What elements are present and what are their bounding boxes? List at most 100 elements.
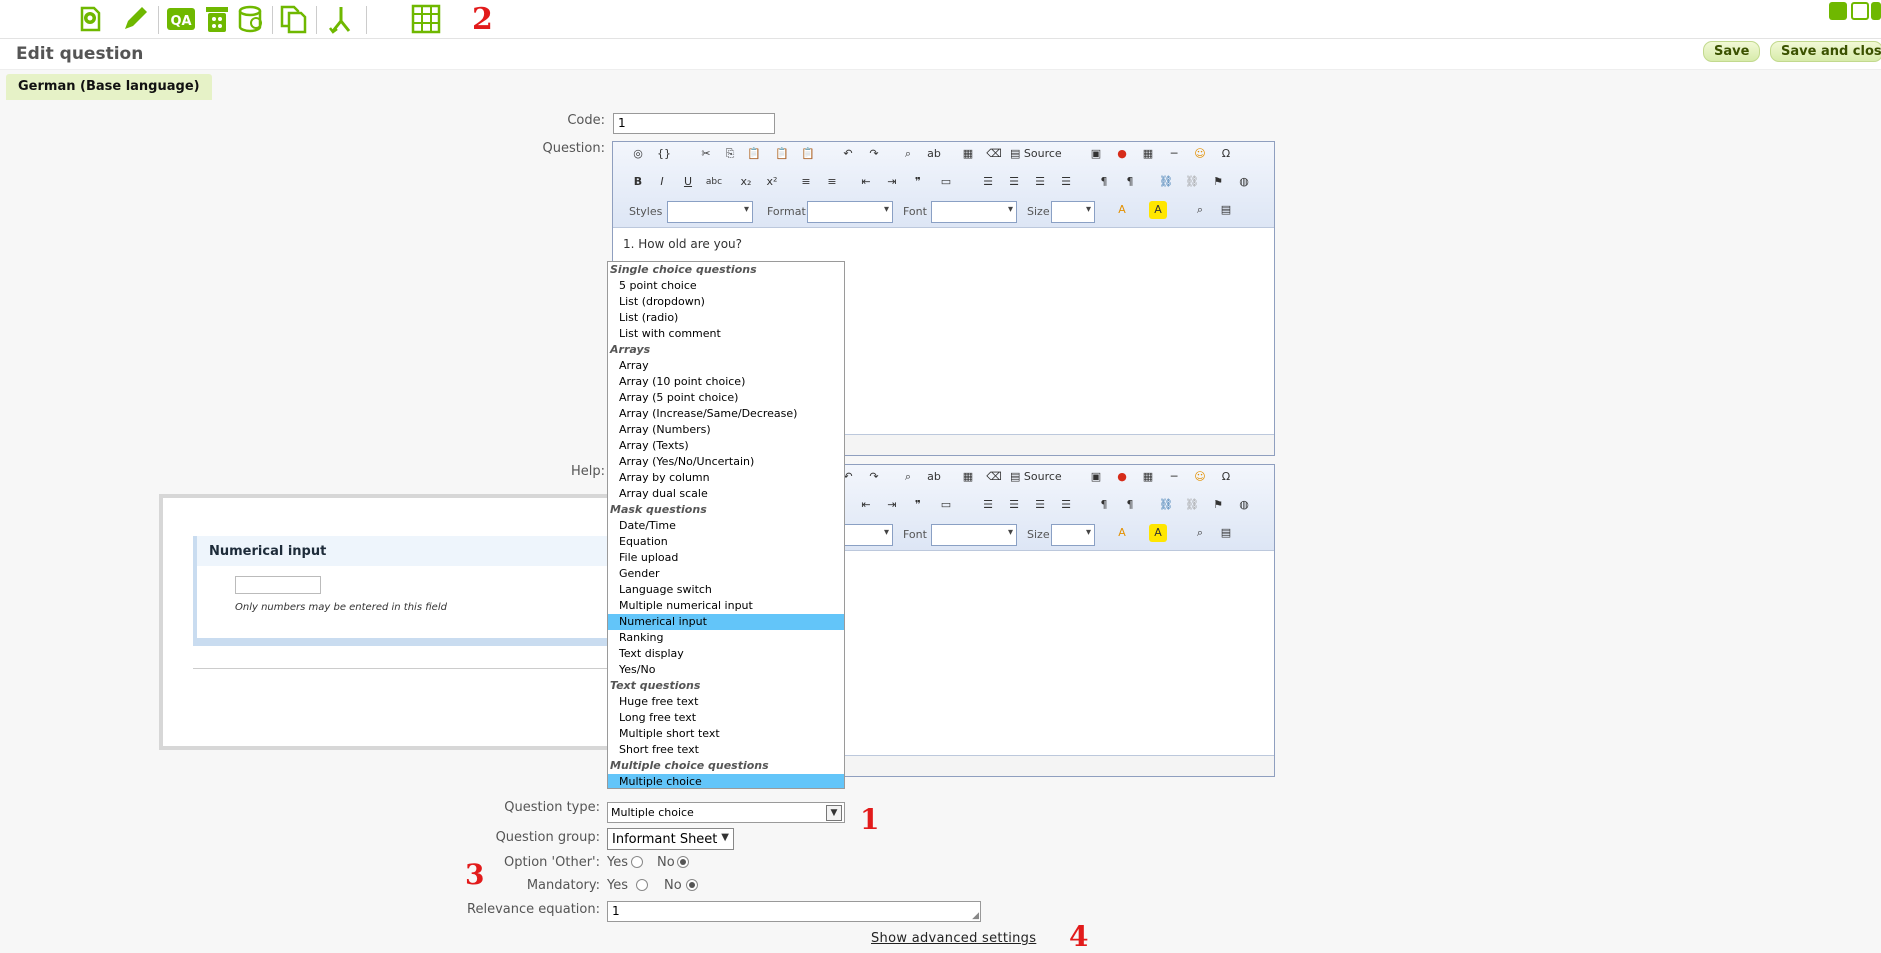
anchor-icon[interactable]: ⚑ bbox=[1209, 173, 1227, 191]
paste-text-icon[interactable]: 📋 bbox=[773, 145, 791, 163]
size-combo[interactable] bbox=[1051, 201, 1095, 223]
bullet-list-icon[interactable]: ≡ bbox=[823, 173, 841, 191]
mandatory-no-radio[interactable] bbox=[686, 879, 698, 891]
dropdown-option[interactable]: Array dual scale bbox=[608, 486, 844, 502]
size-combo[interactable] bbox=[1051, 524, 1095, 546]
dropdown-option[interactable]: Array by column bbox=[608, 470, 844, 486]
indent-icon[interactable]: ⇥ bbox=[883, 173, 901, 191]
outdent-icon[interactable]: ⇤ bbox=[857, 496, 875, 514]
dropdown-option[interactable]: Text display bbox=[608, 646, 844, 662]
placeholder-icon[interactable]: {} bbox=[655, 145, 673, 163]
horizontal-rule-icon[interactable]: ─ bbox=[1165, 145, 1183, 163]
grid-icon[interactable] bbox=[411, 4, 441, 34]
delete-icon[interactable] bbox=[202, 4, 232, 34]
ltr-icon[interactable]: ¶ bbox=[1095, 173, 1113, 191]
text-color-icon[interactable]: A bbox=[1113, 524, 1131, 542]
dropdown-option[interactable]: Language switch bbox=[608, 582, 844, 598]
resize-handle-icon[interactable]: ◢ bbox=[972, 911, 979, 921]
styles-combo[interactable] bbox=[667, 201, 753, 223]
div-icon[interactable]: ▭ bbox=[937, 173, 955, 191]
dropdown-option[interactable]: Equation bbox=[608, 534, 844, 550]
dropdown-option[interactable]: Array (Numbers) bbox=[608, 422, 844, 438]
div-icon[interactable]: ▭ bbox=[937, 496, 955, 514]
dropdown-option[interactable]: Multiple choice bbox=[608, 774, 844, 788]
anchor-icon[interactable]: ⚑ bbox=[1209, 496, 1227, 514]
numbered-list-icon[interactable]: ≡ bbox=[797, 173, 815, 191]
font-combo[interactable] bbox=[931, 524, 1017, 546]
link-icon[interactable]: ⛓ bbox=[1157, 173, 1175, 191]
question-type-select[interactable]: Multiple choice ▼ bbox=[607, 802, 845, 823]
indent-icon[interactable]: ⇥ bbox=[883, 496, 901, 514]
dropdown-option[interactable]: Short free text bbox=[608, 742, 844, 758]
find-icon[interactable]: ⌕ bbox=[899, 468, 917, 486]
settings-icon[interactable] bbox=[76, 4, 106, 34]
format-combo[interactable] bbox=[807, 201, 893, 223]
align-center-icon[interactable]: ☰ bbox=[1005, 173, 1023, 191]
find-icon[interactable]: ⌕ bbox=[899, 145, 917, 163]
code-input[interactable]: 1 bbox=[613, 113, 775, 134]
special-char-icon[interactable]: Ω bbox=[1217, 468, 1235, 486]
copy-icon[interactable] bbox=[278, 4, 308, 34]
outdent-icon[interactable]: ⇤ bbox=[857, 173, 875, 191]
save-and-close-button[interactable]: Save and close bbox=[1770, 41, 1881, 62]
dropdown-option[interactable]: Multiple numerical input bbox=[608, 598, 844, 614]
ltr-icon[interactable]: ¶ bbox=[1095, 496, 1113, 514]
mandatory-yes-radio[interactable] bbox=[636, 879, 648, 891]
font-combo[interactable] bbox=[931, 201, 1017, 223]
preview-icon[interactable]: ⌕ bbox=[1191, 524, 1209, 542]
template-icon[interactable]: ◎ bbox=[629, 145, 647, 163]
paste-icon[interactable]: 📋 bbox=[745, 145, 763, 163]
minimize-icon[interactable] bbox=[1829, 2, 1847, 20]
question-type-dropdown-list[interactable]: Single choice questions 5 point choice Lis… bbox=[607, 261, 845, 789]
chevron-down-icon[interactable]: ▼ bbox=[826, 805, 842, 821]
align-center-icon[interactable]: ☰ bbox=[1005, 496, 1023, 514]
image-icon[interactable]: ▣ bbox=[1087, 468, 1105, 486]
special-char-icon[interactable]: Ω bbox=[1217, 145, 1235, 163]
option-other-no-radio[interactable] bbox=[677, 856, 689, 868]
source-button[interactable]: ▤ Source bbox=[1010, 468, 1068, 486]
dropdown-option[interactable]: Huge free text bbox=[608, 694, 844, 710]
bg-color-icon[interactable]: A bbox=[1149, 524, 1167, 542]
paste-word-icon[interactable]: 📋 bbox=[799, 145, 817, 163]
dropdown-option[interactable]: Array (10 point choice) bbox=[608, 374, 844, 390]
align-justify-icon[interactable]: ☰ bbox=[1057, 496, 1075, 514]
dropdown-option[interactable]: 5 point choice bbox=[608, 278, 844, 294]
dropdown-option[interactable]: Long free text bbox=[608, 710, 844, 726]
redo-icon[interactable]: ↷ bbox=[865, 468, 883, 486]
select-all-icon[interactable]: ▦ bbox=[959, 145, 977, 163]
dropdown-option[interactable]: Array bbox=[608, 358, 844, 374]
strikethrough-icon[interactable]: abc bbox=[705, 173, 723, 191]
dropdown-option[interactable]: Array (Texts) bbox=[608, 438, 844, 454]
underline-icon[interactable]: U bbox=[679, 173, 697, 191]
dropdown-option[interactable]: Ranking bbox=[608, 630, 844, 646]
dropdown-option[interactable]: Numerical input bbox=[608, 614, 844, 630]
dropdown-option[interactable]: Array (Increase/Same/Decrease) bbox=[608, 406, 844, 422]
redo-icon[interactable]: ↷ bbox=[865, 145, 883, 163]
bg-color-icon[interactable]: A bbox=[1149, 201, 1167, 219]
save-button[interactable]: Save bbox=[1703, 41, 1761, 62]
maximize-icon[interactable] bbox=[1851, 2, 1869, 20]
replace-icon[interactable]: ab bbox=[925, 468, 943, 486]
dropdown-option[interactable]: File upload bbox=[608, 550, 844, 566]
image-icon[interactable]: ▣ bbox=[1087, 145, 1105, 163]
italic-icon[interactable]: I bbox=[653, 173, 671, 191]
align-right-icon[interactable]: ☰ bbox=[1031, 496, 1049, 514]
table-icon[interactable]: ▦ bbox=[1139, 468, 1157, 486]
smiley-icon[interactable]: ☺ bbox=[1191, 468, 1209, 486]
dropdown-option[interactable]: Array (5 point choice) bbox=[608, 390, 844, 406]
blockquote-icon[interactable]: ❞ bbox=[909, 496, 927, 514]
globe-icon[interactable]: ◍ bbox=[1235, 173, 1253, 191]
flash-icon[interactable]: ● bbox=[1113, 468, 1131, 486]
dropdown-option[interactable]: Array (Yes/No/Uncertain) bbox=[608, 454, 844, 470]
rtl-icon[interactable]: ¶ bbox=[1121, 496, 1139, 514]
rtl-icon[interactable]: ¶ bbox=[1121, 173, 1139, 191]
dropdown-option[interactable]: Date/Time bbox=[608, 518, 844, 534]
superscript-icon[interactable]: x² bbox=[763, 173, 781, 191]
smiley-icon[interactable]: ☺ bbox=[1191, 145, 1209, 163]
close-icon[interactable] bbox=[1871, 2, 1881, 20]
template-doc-icon[interactable]: ▤ bbox=[1217, 201, 1235, 219]
globe-icon[interactable]: ◍ bbox=[1235, 496, 1253, 514]
source-button[interactable]: ▤ Source bbox=[1010, 145, 1068, 163]
template-doc-icon[interactable]: ▤ bbox=[1217, 524, 1235, 542]
qa-icon[interactable]: QA bbox=[166, 4, 196, 34]
